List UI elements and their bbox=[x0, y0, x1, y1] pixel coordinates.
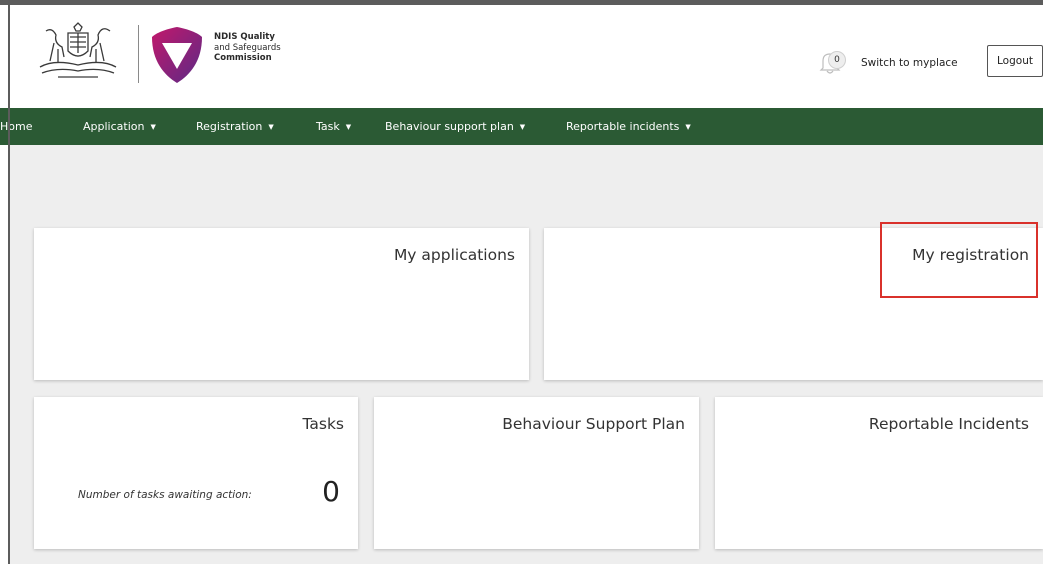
tasks-caption: Number of tasks awaiting action: bbox=[78, 489, 252, 501]
my-registration-card[interactable]: My registration bbox=[544, 222, 1043, 380]
caret-down-icon: ▼ bbox=[150, 123, 156, 131]
caret-down-icon: ▼ bbox=[345, 123, 352, 131]
logout-button[interactable]: Logout bbox=[987, 45, 1043, 77]
nav-item-label: Reportable incidents bbox=[566, 120, 680, 133]
tasks-card[interactable]: Tasks Number of tasks awaiting action: 0 bbox=[34, 397, 358, 549]
tasks-count: 0 bbox=[322, 475, 340, 508]
nav-item-application[interactable]: Application ▼ bbox=[83, 108, 156, 145]
nav-item-behaviour-support-plan[interactable]: Behaviour support plan ▼ bbox=[385, 108, 525, 145]
brand-name: NDIS Quality and Safeguards Commission bbox=[214, 32, 281, 64]
logo-divider bbox=[138, 25, 139, 83]
brand-line-3: Commission bbox=[214, 53, 272, 63]
brand-line-2: and Safeguards bbox=[214, 42, 281, 53]
nav-item-label: Task bbox=[316, 120, 340, 133]
caret-down-icon: ▼ bbox=[685, 123, 691, 131]
nav-item-registration[interactable]: Registration ▼ bbox=[196, 108, 274, 145]
nav-item-label: Home bbox=[0, 120, 33, 133]
my-applications-card[interactable]: My applications bbox=[34, 228, 529, 380]
main-nav: Home Application ▼ Registration ▼ Task ▼ Be… bbox=[0, 108, 1043, 145]
site-header: NDIS Quality and Safeguards Commission 0… bbox=[10, 5, 1043, 108]
nav-item-label: Application bbox=[83, 120, 145, 133]
caret-down-icon: ▼ bbox=[268, 123, 274, 131]
nav-item-home[interactable]: Home bbox=[0, 108, 32, 145]
nav-item-reportable-incidents[interactable]: Reportable incidents ▼ bbox=[566, 108, 691, 145]
nav-item-label: Registration bbox=[196, 120, 263, 133]
nav-item-label: Behaviour support plan bbox=[385, 120, 514, 133]
notification-count-badge[interactable]: 0 bbox=[828, 51, 846, 69]
reportable-incidents-card[interactable]: Reportable Incidents bbox=[715, 397, 1043, 549]
switch-to-myplace-link[interactable]: Switch to myplace bbox=[861, 57, 958, 69]
card-title: My applications bbox=[393, 246, 515, 264]
behaviour-support-plan-card[interactable]: Behaviour Support Plan bbox=[374, 397, 699, 549]
card-title: Reportable Incidents bbox=[868, 415, 1029, 433]
brand-line-1: NDIS Quality bbox=[214, 32, 275, 42]
coat-of-arms-icon bbox=[39, 22, 117, 78]
caret-down-icon: ▼ bbox=[519, 123, 526, 131]
highlight-box bbox=[880, 222, 1038, 298]
card-title: Behaviour Support Plan bbox=[502, 415, 685, 433]
dashboard-content: My applications My registration Tasks Nu… bbox=[10, 145, 1043, 564]
ndis-shield-icon bbox=[152, 27, 202, 83]
card-title: Tasks bbox=[302, 415, 344, 433]
nav-item-task[interactable]: Task ▼ bbox=[316, 108, 351, 145]
window-frame-left bbox=[8, 0, 10, 564]
